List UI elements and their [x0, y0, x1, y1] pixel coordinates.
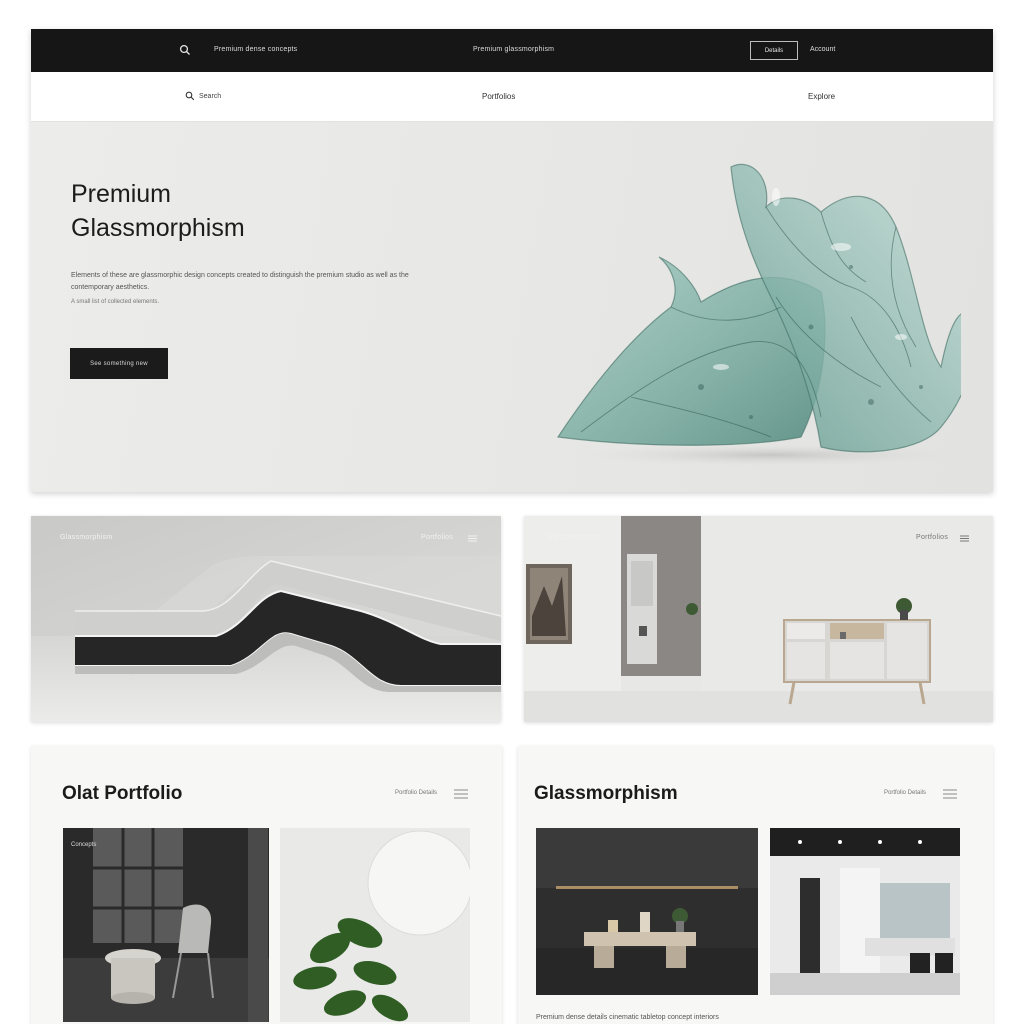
portfolio-card: Olat Portfolio Portfolio Details Concept… [31, 746, 502, 1024]
search-icon[interactable] [179, 44, 191, 56]
hero-cta-button[interactable]: See something new [70, 348, 168, 379]
card-sub-link[interactable]: Portfolio Details [395, 790, 437, 796]
hero-description: Elements of these are glassmorphic desig… [71, 272, 409, 291]
card-title: Glassmorphism [534, 783, 678, 804]
interior-card[interactable]: Glassmorphism Portfolios [524, 516, 993, 722]
plant-image[interactable] [280, 828, 470, 1022]
topbar-brand[interactable]: Premium glassmorphism [473, 46, 554, 53]
explore-link[interactable]: Explore [808, 92, 835, 101]
account-link[interactable]: Account [810, 46, 835, 53]
card-title: Olat Portfolio [62, 783, 183, 804]
card-right-label[interactable]: Portfolios [916, 534, 948, 541]
glassmorphism-card: Glassmorphism Portfolio Details Premium … [518, 746, 993, 1024]
hero-title: Premium Glassmorphism [71, 177, 245, 245]
glass-sculpture-image [556, 163, 961, 467]
hero-title-line1: Premium [71, 180, 172, 208]
search-link[interactable]: Search [199, 93, 221, 100]
topbar-left-link[interactable]: Premium dense concepts [214, 46, 297, 53]
tabletop-image[interactable] [536, 828, 758, 995]
details-button[interactable]: Details [750, 41, 798, 60]
chair-room-image[interactable] [63, 828, 269, 1022]
menu-icon[interactable] [454, 789, 468, 799]
card-caption: Premium dense details cinematic tabletop… [536, 1014, 719, 1021]
image-strip [248, 828, 268, 1022]
card-label: Glassmorphism [547, 534, 600, 541]
architectural-stair-image [31, 556, 501, 722]
image-label: Concepts [71, 842, 97, 848]
hero-note: A small list of collected elements. [71, 299, 160, 305]
menu-icon[interactable] [943, 789, 957, 799]
search-icon[interactable] [185, 91, 195, 101]
hero-card: Premium dense concepts Premium glassmorp… [31, 29, 993, 492]
secondary-navbar: Search Portfolios Explore [31, 72, 993, 122]
hero-title-line2: Glassmorphism [71, 214, 245, 242]
hero-section: Premium Glassmorphism Elements of these … [31, 122, 993, 492]
menu-icon[interactable] [960, 535, 969, 542]
architecture-card[interactable]: Glassmorphism Portfolios [31, 516, 501, 722]
portfolios-link[interactable]: Portfolios [482, 92, 515, 101]
interior-room-image [524, 516, 993, 722]
office-image[interactable] [770, 828, 960, 995]
top-navbar: Premium dense concepts Premium glassmorp… [31, 29, 993, 72]
card-sub-link[interactable]: Portfolio Details [884, 790, 926, 796]
